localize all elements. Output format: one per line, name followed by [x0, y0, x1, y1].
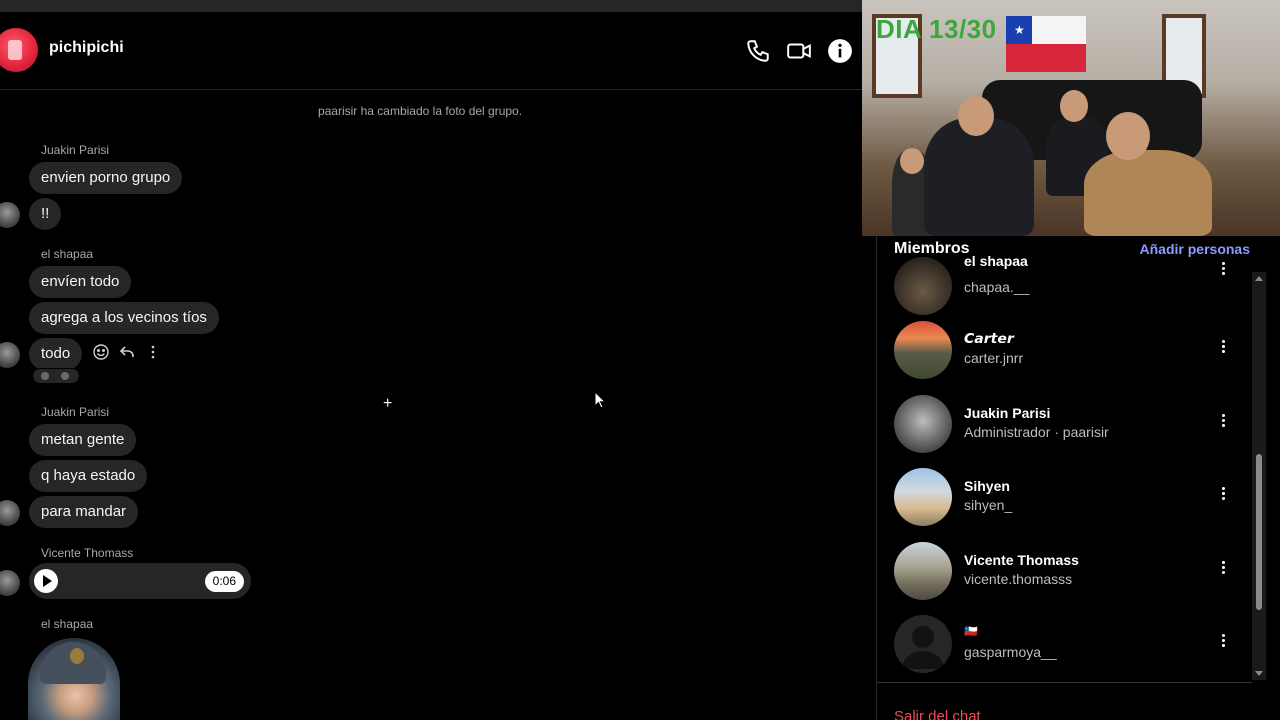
member-handle: sihyen_ [964, 497, 1013, 513]
info-icon[interactable] [827, 38, 853, 64]
person [1084, 150, 1212, 236]
system-message: paarisir ha cambiado la foto del grupo. [317, 104, 523, 118]
phone-icon[interactable] [745, 38, 771, 64]
emoji-react-icon[interactable] [92, 343, 110, 361]
member-handle: Administrador · paarisir [964, 424, 1109, 440]
message-bubble[interactable]: envien porno grupo [29, 162, 183, 194]
default-avatar-icon [894, 615, 952, 673]
leave-chat-button[interactable]: Salir del chat [894, 708, 981, 720]
member-handle: carter.jnrr [964, 350, 1024, 366]
member-name: 𝘾𝙖𝙧𝙩𝙚𝙧 [964, 331, 1014, 347]
person-head [958, 96, 994, 136]
chat-pane: pichipichi paarisir ha cambiado la foto … [0, 0, 862, 720]
reaction-pill[interactable] [32, 368, 80, 384]
group-avatar[interactable] [0, 28, 38, 72]
member-avatar [894, 257, 952, 315]
reply-icon[interactable] [118, 343, 136, 361]
member-row[interactable]: 🇨🇱 gasparmoya__ [894, 614, 1234, 674]
member-avatar [894, 468, 952, 526]
member-handle: vicente.thomasss [964, 571, 1073, 587]
voice-message[interactable]: 0:06 [29, 563, 251, 599]
more-options-icon[interactable] [1214, 412, 1232, 434]
message-sender: el shapaa [41, 617, 94, 631]
more-options-icon[interactable] [1214, 338, 1232, 360]
message-sender: el shapaa [41, 247, 94, 261]
add-people-button[interactable]: Añadir personas [1140, 241, 1250, 257]
more-options-icon[interactable] [1214, 559, 1232, 581]
member-handle: chapaa.__ [964, 279, 1030, 295]
member-name: Sihyen [964, 478, 1010, 494]
video-camera-icon[interactable] [786, 38, 812, 64]
message-bubble[interactable]: agrega a los vecinos tíos [29, 302, 219, 334]
members-scrollbar[interactable] [1252, 272, 1266, 680]
message-sender: Vicente Thomass [41, 546, 134, 560]
member-name: Vicente Thomass [964, 552, 1079, 568]
message-bubble[interactable]: q haya estado [29, 460, 148, 492]
photo-message[interactable] [28, 638, 120, 720]
day-counter: DIA 13/30 [876, 14, 997, 44]
sender-avatar[interactable] [0, 570, 20, 596]
group-name[interactable]: pichipichi [49, 39, 124, 57]
divider [877, 682, 1252, 683]
message-bubble[interactable]: para mandar [29, 496, 139, 528]
more-options-icon[interactable] [1214, 485, 1232, 507]
message-bubble[interactable]: envíen todo [29, 266, 132, 298]
chat-header: pichipichi [0, 12, 862, 90]
member-avatar [894, 395, 952, 453]
voice-duration: 0:06 [204, 571, 244, 592]
message-bubble[interactable]: todo [29, 338, 83, 370]
member-name: Juakin Parisi [964, 405, 1051, 421]
person-head [900, 148, 924, 174]
browser-top-strip [0, 0, 862, 12]
member-handle: gasparmoya__ [964, 644, 1057, 660]
webcam-overlay: ★ DIA 13/30 [862, 0, 1280, 236]
members-panel: Miembros Añadir personas el shapaa chapa… [862, 236, 1280, 720]
member-row[interactable]: Vicente Thomass vicente.thomasss [894, 541, 1234, 601]
mouse-pointer-icon [594, 391, 606, 409]
sender-avatar[interactable] [0, 202, 20, 228]
sender-avatar[interactable] [0, 342, 20, 368]
more-options-icon[interactable] [1214, 632, 1232, 654]
more-options-icon[interactable] [144, 343, 162, 361]
more-options-icon[interactable] [1214, 260, 1232, 282]
crosshair-cursor-icon: + [383, 395, 393, 412]
member-name: 🇨🇱 [964, 626, 978, 638]
member-row[interactable]: Juakin Parisi Administrador · paarisir [894, 394, 1234, 454]
play-icon[interactable] [34, 569, 58, 593]
message-actions [92, 343, 162, 361]
message-sender: Juakin Parisi [41, 405, 110, 419]
member-avatar [894, 542, 952, 600]
message-bubble[interactable]: !! [29, 198, 62, 230]
chile-flag: ★ [1006, 16, 1086, 72]
person-head [1060, 90, 1088, 122]
member-row[interactable]: el shapaa chapaa.__ [894, 253, 1234, 316]
member-row[interactable]: Sihyen sihyen_ [894, 467, 1234, 527]
member-avatar [894, 321, 952, 379]
sender-avatar[interactable] [0, 500, 20, 526]
person-head [1106, 112, 1150, 160]
member-row[interactable]: 𝘾𝙖𝙧𝙩𝙚𝙧 carter.jnrr [894, 320, 1234, 380]
message-sender: Juakin Parisi [41, 143, 110, 157]
message-bubble[interactable]: metan gente [29, 424, 137, 456]
member-name: el shapaa [964, 253, 1028, 269]
